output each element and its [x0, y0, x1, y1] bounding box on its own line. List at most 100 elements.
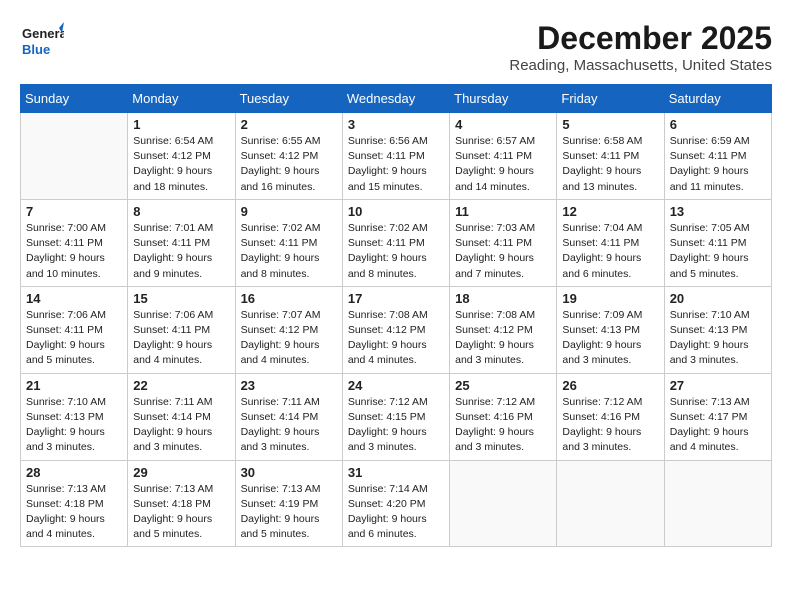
day-info: Sunrise: 6:58 AM Sunset: 4:11 PM Dayligh… [562, 134, 658, 195]
calendar-cell: 21 Sunrise: 7:10 AM Sunset: 4:13 PM Dayli… [21, 373, 128, 460]
day-number: 26 [562, 378, 658, 393]
day-number: 13 [670, 204, 766, 219]
day-info: Sunrise: 7:09 AM Sunset: 4:13 PM Dayligh… [562, 308, 658, 369]
calendar-cell: 13 Sunrise: 7:05 AM Sunset: 4:11 PM Dayli… [664, 199, 771, 286]
day-number: 18 [455, 291, 551, 306]
calendar-week-4: 21 Sunrise: 7:10 AM Sunset: 4:13 PM Dayli… [21, 373, 772, 460]
day-number: 21 [26, 378, 122, 393]
calendar-cell: 26 Sunrise: 7:12 AM Sunset: 4:16 PM Dayli… [557, 373, 664, 460]
calendar-cell: 7 Sunrise: 7:00 AM Sunset: 4:11 PM Daylig… [21, 199, 128, 286]
calendar-cell: 25Sunrise: 7:12 AM Sunset: 4:16 PM Dayli… [450, 373, 557, 460]
calendar-cell: 17 Sunrise: 7:08 AM Sunset: 4:12 PM Dayli… [342, 286, 449, 373]
day-info: Sunrise: 6:55 AM Sunset: 4:12 PM Dayligh… [241, 134, 337, 195]
day-number: 8 [133, 204, 229, 219]
page-header: General Blue December 2025 Reading, Mass… [20, 20, 772, 74]
day-info: Sunrise: 6:59 AM Sunset: 4:11 PM Dayligh… [670, 134, 766, 195]
calendar-header-friday: Friday [557, 85, 664, 113]
calendar-cell: 2 Sunrise: 6:55 AM Sunset: 4:12 PM Daylig… [235, 113, 342, 200]
logo: General Blue [20, 20, 64, 64]
calendar-cell: 5Sunrise: 6:58 AM Sunset: 4:11 PM Daylig… [557, 113, 664, 200]
calendar-cell: 4 Sunrise: 6:57 AM Sunset: 4:11 PM Daylig… [450, 113, 557, 200]
calendar-cell: 9Sunrise: 7:02 AM Sunset: 4:11 PM Daylig… [235, 199, 342, 286]
calendar-cell [664, 460, 771, 547]
day-info: Sunrise: 6:57 AM Sunset: 4:11 PM Dayligh… [455, 134, 551, 195]
day-number: 23 [241, 378, 337, 393]
day-info: Sunrise: 7:13 AM Sunset: 4:18 PM Dayligh… [133, 482, 229, 543]
calendar-cell: 15 Sunrise: 7:06 AM Sunset: 4:11 PM Dayli… [128, 286, 235, 373]
calendar-cell: 24 Sunrise: 7:12 AM Sunset: 4:15 PM Dayli… [342, 373, 449, 460]
svg-text:Blue: Blue [22, 42, 50, 57]
calendar-cell: 28Sunrise: 7:13 AM Sunset: 4:18 PM Dayli… [21, 460, 128, 547]
day-info: Sunrise: 7:08 AM Sunset: 4:12 PM Dayligh… [348, 308, 444, 369]
day-number: 27 [670, 378, 766, 393]
calendar-cell: 1 Sunrise: 6:54 AM Sunset: 4:12 PM Daylig… [128, 113, 235, 200]
day-info: Sunrise: 6:56 AM Sunset: 4:11 PM Dayligh… [348, 134, 444, 195]
calendar-header-sunday: Sunday [21, 85, 128, 113]
calendar-header-row: SundayMondayTuesdayWednesdayThursdayFrid… [21, 85, 772, 113]
day-number: 6 [670, 117, 766, 132]
day-number: 14 [26, 291, 122, 306]
day-info: Sunrise: 7:12 AM Sunset: 4:16 PM Dayligh… [562, 395, 658, 456]
calendar-cell: 29 Sunrise: 7:13 AM Sunset: 4:18 PM Dayli… [128, 460, 235, 547]
day-number: 24 [348, 378, 444, 393]
calendar-cell: 23 Sunrise: 7:11 AM Sunset: 4:14 PM Dayli… [235, 373, 342, 460]
logo-container: General Blue [20, 20, 64, 64]
day-info: Sunrise: 7:10 AM Sunset: 4:13 PM Dayligh… [670, 308, 766, 369]
day-info: Sunrise: 7:05 AM Sunset: 4:11 PM Dayligh… [670, 221, 766, 282]
calendar-cell: 3Sunrise: 6:56 AM Sunset: 4:11 PM Daylig… [342, 113, 449, 200]
calendar-cell: 18Sunrise: 7:08 AM Sunset: 4:12 PM Dayli… [450, 286, 557, 373]
day-info: Sunrise: 7:06 AM Sunset: 4:11 PM Dayligh… [133, 308, 229, 369]
calendar-header-monday: Monday [128, 85, 235, 113]
calendar-cell: 30Sunrise: 7:13 AM Sunset: 4:19 PM Dayli… [235, 460, 342, 547]
day-number: 11 [455, 204, 551, 219]
day-number: 10 [348, 204, 444, 219]
calendar-cell [21, 113, 128, 200]
day-number: 29 [133, 465, 229, 480]
day-info: Sunrise: 7:02 AM Sunset: 4:11 PM Dayligh… [241, 221, 337, 282]
day-info: Sunrise: 7:01 AM Sunset: 4:11 PM Dayligh… [133, 221, 229, 282]
calendar-header-tuesday: Tuesday [235, 85, 342, 113]
logo-graphic: General Blue [20, 20, 64, 64]
calendar-cell [557, 460, 664, 547]
day-info: Sunrise: 7:11 AM Sunset: 4:14 PM Dayligh… [241, 395, 337, 456]
day-info: Sunrise: 7:12 AM Sunset: 4:15 PM Dayligh… [348, 395, 444, 456]
calendar-cell: 6 Sunrise: 6:59 AM Sunset: 4:11 PM Daylig… [664, 113, 771, 200]
day-number: 31 [348, 465, 444, 480]
day-number: 15 [133, 291, 229, 306]
day-info: Sunrise: 7:10 AM Sunset: 4:13 PM Dayligh… [26, 395, 122, 456]
day-number: 20 [670, 291, 766, 306]
calendar-cell: 8 Sunrise: 7:01 AM Sunset: 4:11 PM Daylig… [128, 199, 235, 286]
title-block: December 2025 Reading, Massachusetts, Un… [509, 20, 772, 74]
day-info: Sunrise: 7:11 AM Sunset: 4:14 PM Dayligh… [133, 395, 229, 456]
day-number: 4 [455, 117, 551, 132]
day-number: 19 [562, 291, 658, 306]
day-number: 30 [241, 465, 337, 480]
calendar-cell: 16Sunrise: 7:07 AM Sunset: 4:12 PM Dayli… [235, 286, 342, 373]
day-info: Sunrise: 7:04 AM Sunset: 4:11 PM Dayligh… [562, 221, 658, 282]
calendar-week-1: 1 Sunrise: 6:54 AM Sunset: 4:12 PM Daylig… [21, 113, 772, 200]
day-number: 7 [26, 204, 122, 219]
day-number: 2 [241, 117, 337, 132]
calendar-cell: 12 Sunrise: 7:04 AM Sunset: 4:11 PM Dayli… [557, 199, 664, 286]
month-title: December 2025 [509, 20, 772, 57]
day-info: Sunrise: 6:54 AM Sunset: 4:12 PM Dayligh… [133, 134, 229, 195]
calendar-week-5: 28 Sunrise: 7:13 AM Sunset: 4:18 PM Dayli… [21, 460, 772, 547]
calendar-cell [450, 460, 557, 547]
calendar-cell: 31 Sunrise: 7:14 AM Sunset: 4:20 PM Dayli… [342, 460, 449, 547]
calendar-table: SundayMondayTuesdayWednesdayThursdayFrid… [20, 84, 772, 547]
calendar-cell: 22Sunrise: 7:11 AM Sunset: 4:14 PM Dayli… [128, 373, 235, 460]
svg-text:General: General [22, 26, 64, 41]
calendar-header-thursday: Thursday [450, 85, 557, 113]
location: Reading, Massachusetts, United States [509, 57, 772, 74]
day-info: Sunrise: 7:06 AM Sunset: 4:11 PM Dayligh… [26, 308, 122, 369]
day-number: 28 [26, 465, 122, 480]
day-info: Sunrise: 7:14 AM Sunset: 4:20 PM Dayligh… [348, 482, 444, 543]
calendar-cell: 10 Sunrise: 7:02 AM Sunset: 4:11 PM Dayli… [342, 199, 449, 286]
day-number: 1 [133, 117, 229, 132]
day-info: Sunrise: 7:00 AM Sunset: 4:11 PM Dayligh… [26, 221, 122, 282]
calendar-cell: 19 Sunrise: 7:09 AM Sunset: 4:13 PM Dayli… [557, 286, 664, 373]
day-info: Sunrise: 7:02 AM Sunset: 4:11 PM Dayligh… [348, 221, 444, 282]
day-number: 17 [348, 291, 444, 306]
day-number: 12 [562, 204, 658, 219]
calendar-cell: 11Sunrise: 7:03 AM Sunset: 4:11 PM Dayli… [450, 199, 557, 286]
